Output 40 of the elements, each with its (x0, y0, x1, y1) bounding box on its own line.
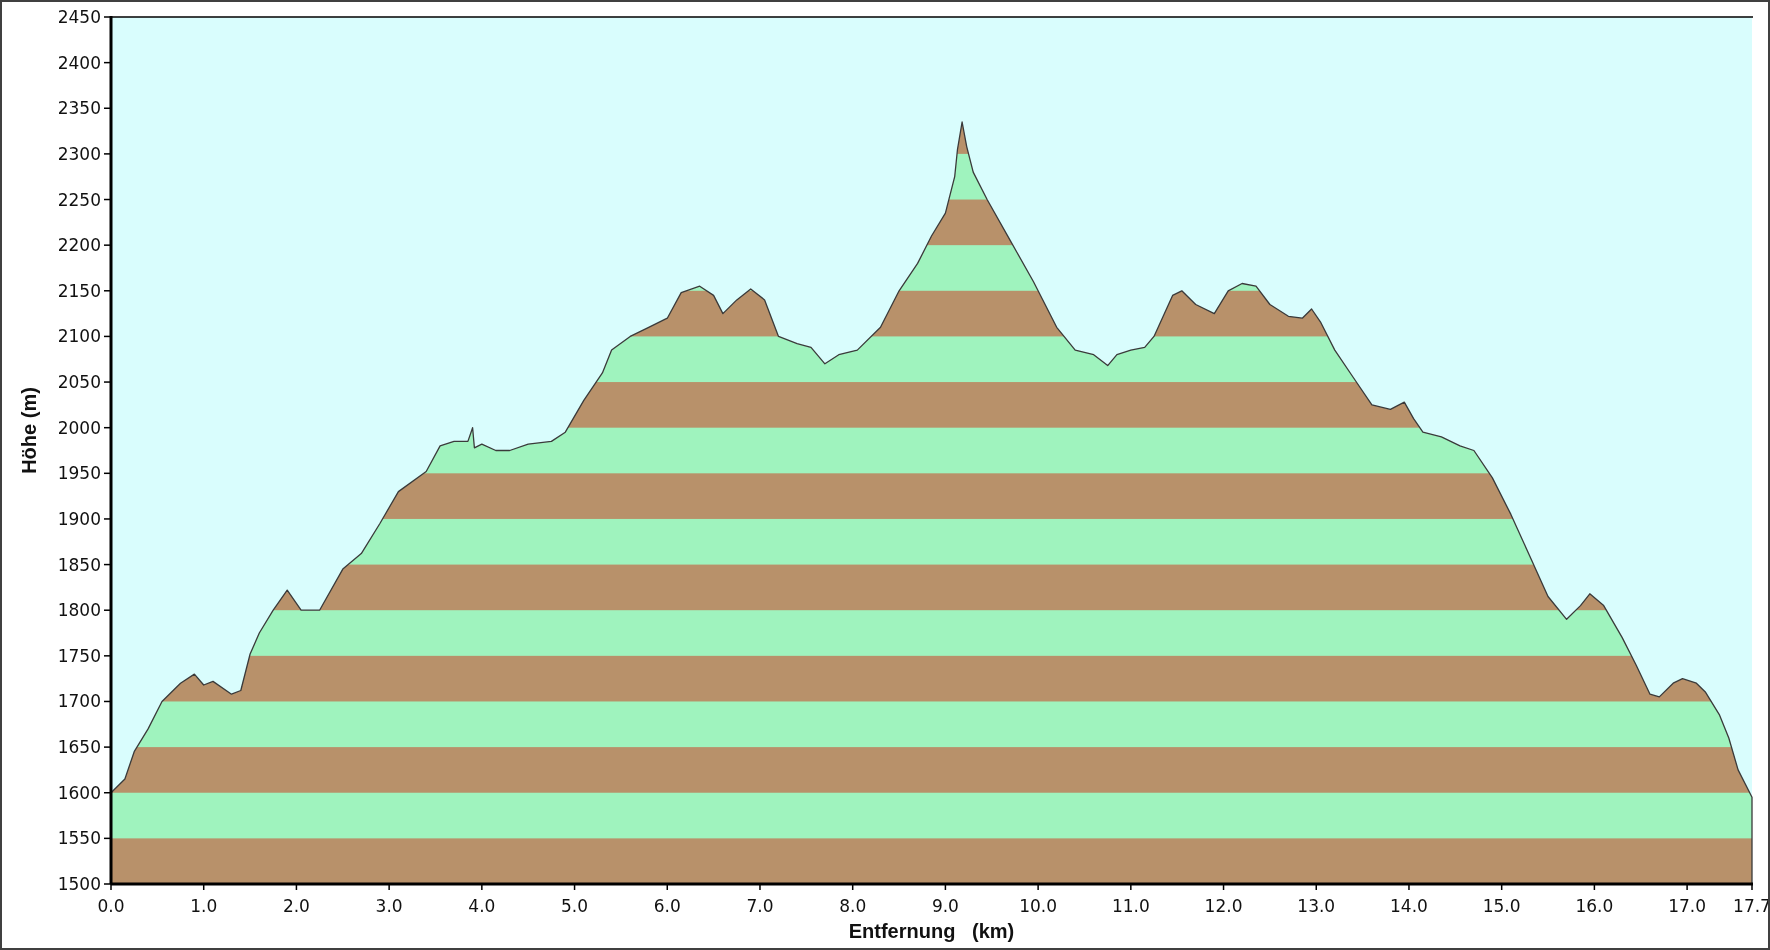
y-tick-label: 1550 (57, 828, 101, 849)
y-tick-label: 2200 (57, 235, 101, 256)
x-tick-label: 11.0 (1111, 896, 1150, 916)
x-axis-title: Entfernung (km) (848, 920, 1015, 942)
y-tick-label: 2050 (57, 372, 101, 393)
y-tick-label: 1800 (57, 600, 101, 621)
y-tick-label: 1850 (57, 554, 101, 575)
y-tick-label: 1700 (57, 691, 101, 712)
y-axis-title: Höhe (m) (18, 387, 40, 474)
y-tick-label: 2250 (57, 189, 101, 210)
x-tick-label: 5.0 (561, 896, 589, 916)
x-tick-label: 0.0 (97, 896, 125, 916)
x-tick-label: 3.0 (375, 896, 403, 916)
x-tick-label: 12.0 (1204, 896, 1243, 916)
x-tick-label: 7.0 (746, 896, 774, 916)
y-tick-label: 1650 (57, 737, 101, 758)
x-tick-label: 14.0 (1390, 896, 1428, 916)
x-tick-label: 4.0 (468, 896, 496, 916)
y-tick-label: 2300 (57, 143, 101, 164)
y-tick-label: 1500 (57, 874, 101, 894)
x-tick-label: 17.0 (1668, 896, 1707, 916)
y-tick-label: 2000 (57, 417, 101, 438)
x-tick-label: 6.0 (653, 896, 681, 916)
y-tick-label: 2450 (57, 7, 101, 27)
y-tick-label: 2400 (57, 52, 101, 73)
y-tick-label: 2150 (57, 280, 101, 301)
x-tick-label: 2.0 (282, 896, 310, 916)
y-tick-label: 1600 (57, 782, 101, 803)
x-tick-label: 15.0 (1482, 896, 1521, 916)
x-tick-label: 13.0 (1297, 896, 1336, 916)
x-tick-label: 16.0 (1575, 896, 1614, 916)
y-tick-label: 1900 (57, 508, 101, 529)
y-tick-label: 2100 (57, 326, 101, 347)
y-tick-label: 1750 (57, 645, 101, 666)
x-tick-label: 8.0 (839, 896, 867, 916)
x-tick-label: 10.0 (1019, 896, 1058, 916)
x-tick-label: 1.0 (190, 896, 218, 916)
y-tick-label: 2350 (57, 98, 101, 119)
y-tick-label: 1950 (57, 463, 101, 484)
x-tick-label: 9.0 (931, 896, 959, 916)
